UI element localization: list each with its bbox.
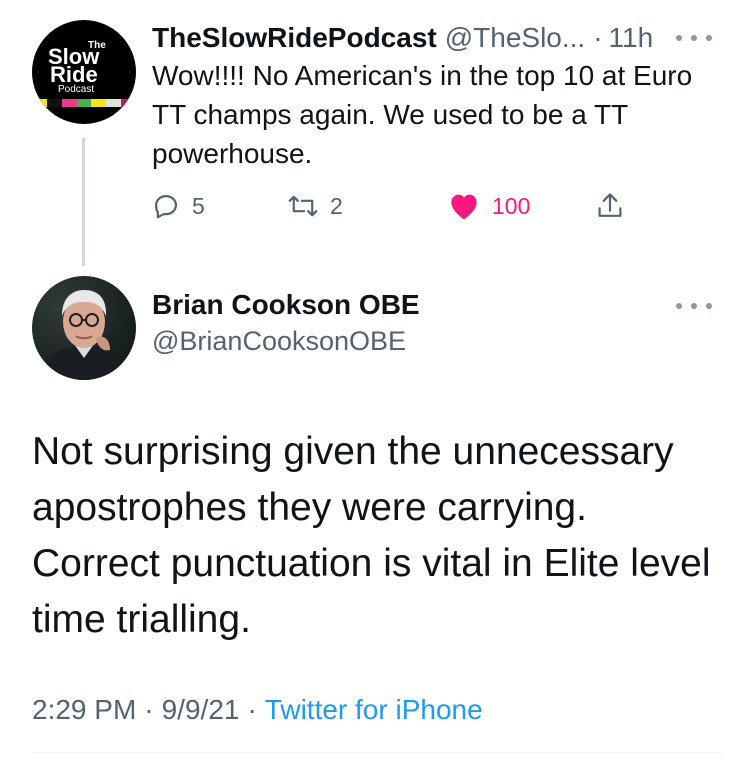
divider bbox=[32, 752, 722, 753]
retweet-count: 2 bbox=[330, 192, 343, 219]
parent-tweet-header: TheSlowRidePodcast @TheSlo... · 11h bbox=[152, 20, 712, 56]
avatar-briancooksonobe[interactable] bbox=[32, 276, 136, 380]
parent-tweet-actions: 5 2 100 bbox=[152, 188, 672, 224]
heart-filled-icon bbox=[451, 194, 477, 220]
like-count: 100 bbox=[492, 192, 531, 219]
share-button[interactable] bbox=[596, 188, 624, 224]
tweet-date[interactable]: 9/9/21 bbox=[162, 694, 240, 726]
parent-display-name[interactable]: TheSlowRidePodcast bbox=[152, 22, 437, 54]
reply-icon bbox=[154, 194, 178, 219]
parent-tweet-text: Wow!!!! No American's in the top 10 at E… bbox=[152, 60, 693, 169]
more-options-icon[interactable] bbox=[676, 300, 712, 312]
main-tweet-text: Not surprising given the unnecessary apo… bbox=[32, 430, 711, 641]
tweet-metadata: 2:29 PM · 9/9/21 · Twitter for iPhone bbox=[32, 694, 483, 726]
profile-photo bbox=[40, 290, 128, 380]
main-handle[interactable]: @BrianCooksonOBE bbox=[152, 326, 406, 357]
like-button[interactable]: 100 bbox=[448, 188, 530, 224]
avatar-theslowridepodcast[interactable]: The Slow Ride Podcast bbox=[32, 20, 136, 124]
more-options-icon[interactable] bbox=[676, 32, 712, 44]
separator-dot: · bbox=[247, 694, 257, 725]
reply-count: 5 bbox=[192, 192, 205, 219]
parent-timestamp[interactable]: 11h bbox=[609, 22, 654, 54]
tweet-source-link[interactable]: Twitter for iPhone bbox=[265, 694, 483, 726]
thread-connector-line bbox=[82, 138, 85, 266]
retweet-button[interactable]: 2 bbox=[288, 188, 343, 224]
main-display-name[interactable]: Brian Cookson OBE bbox=[152, 289, 420, 321]
svg-text:Podcast: Podcast bbox=[58, 84, 94, 94]
logo-color-stripe bbox=[32, 99, 136, 107]
separator-dot: · bbox=[144, 694, 154, 725]
tweet-time[interactable]: 2:29 PM bbox=[32, 694, 136, 726]
separator-dot: · bbox=[593, 22, 603, 53]
share-icon bbox=[598, 193, 622, 217]
retweet-icon bbox=[288, 195, 318, 217]
reply-button[interactable]: 5 bbox=[152, 188, 205, 224]
slow-ride-podcast-logo: The Slow Ride Podcast bbox=[48, 40, 106, 94]
parent-handle[interactable]: @TheSlo... bbox=[445, 22, 585, 54]
